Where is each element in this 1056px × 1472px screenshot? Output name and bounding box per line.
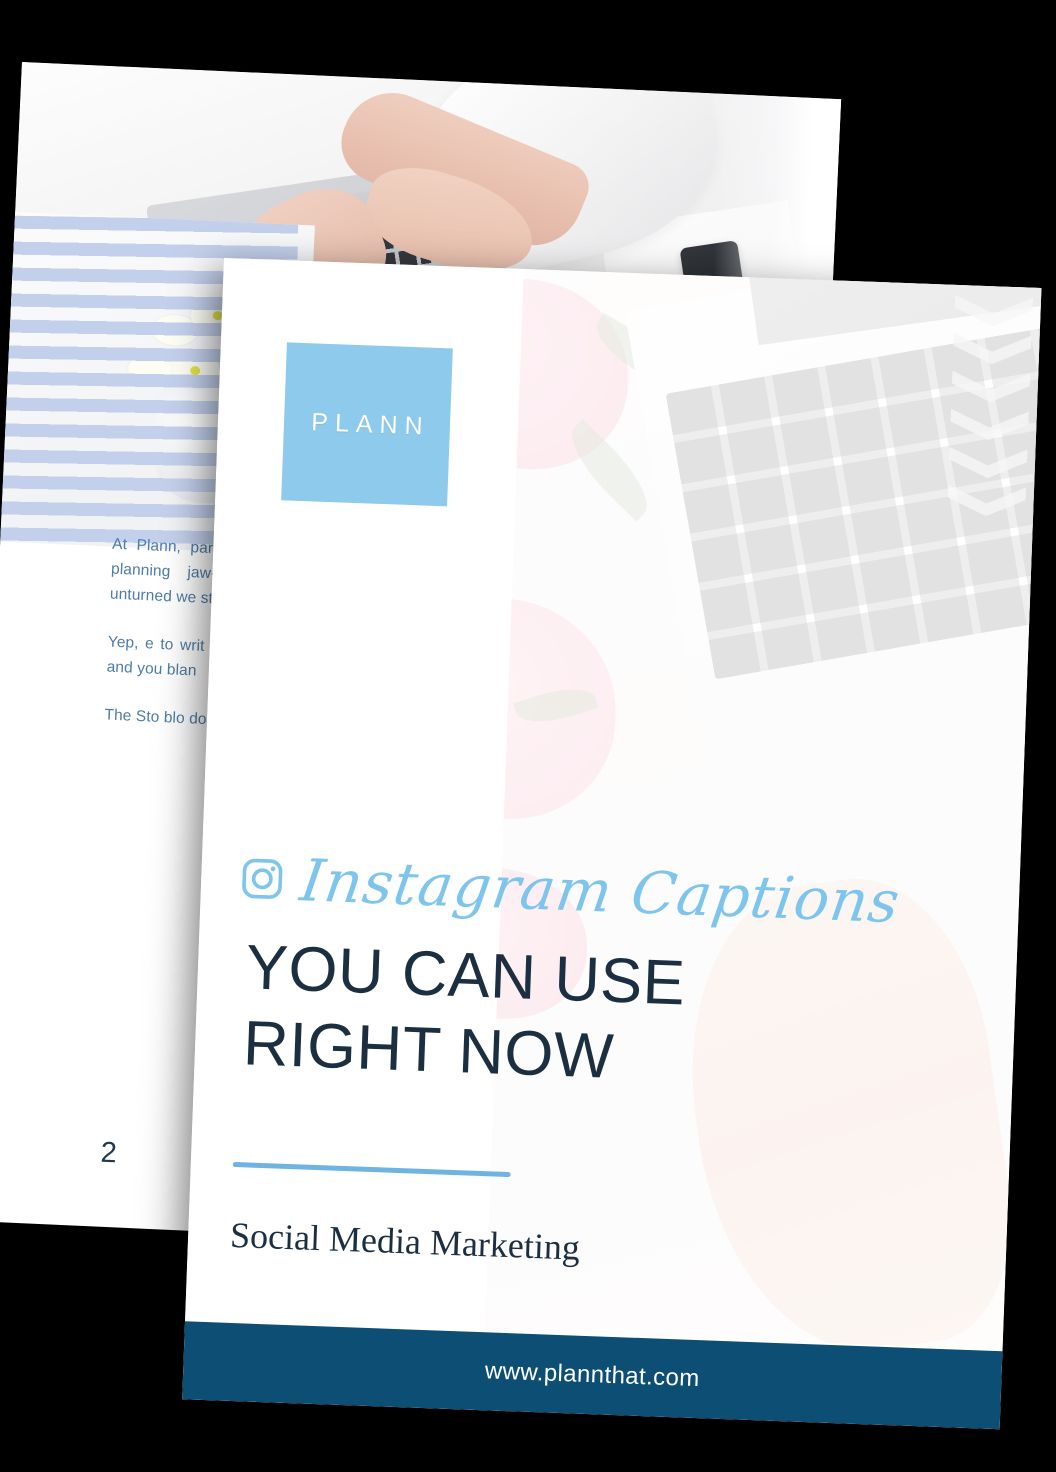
chevron-icon <box>947 485 1026 518</box>
cover-footer-url[interactable]: www.plannthat.com <box>484 1357 700 1393</box>
chevron-icon <box>950 409 1029 442</box>
back-page-number: 2 <box>99 1136 118 1170</box>
plann-logo-text: PLANN <box>310 407 431 441</box>
screenshot-canvas: At Plann, part of yo more stre planning … <box>0 0 1056 1472</box>
cover-headline: YOU CAN USE RIGHT NOW <box>242 929 687 1097</box>
instagram-icon <box>242 858 283 899</box>
front-cover-page: PLANN Instagram Captions YOU CAN USE RIG… <box>182 258 1042 1430</box>
chevron-icon <box>951 371 1030 404</box>
cover-headline-line-2: RIGHT NOW <box>241 1008 616 1092</box>
typing-hand <box>666 863 1028 1350</box>
chevron-icon <box>948 447 1027 480</box>
chevron-pattern <box>946 295 1033 548</box>
cover-photo <box>452 267 1042 1350</box>
plann-logo: PLANN <box>281 342 453 507</box>
chevron-icon <box>954 295 1033 328</box>
chevron-icon <box>953 333 1032 366</box>
